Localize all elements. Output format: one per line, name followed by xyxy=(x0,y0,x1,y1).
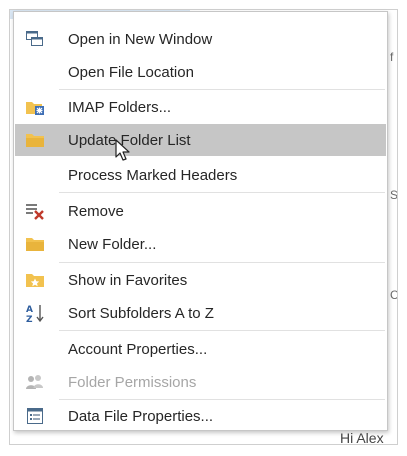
menu-item-imap-folders[interactable]: IMAP Folders... xyxy=(15,91,386,123)
folder-icon xyxy=(25,130,45,150)
menu-item-sort-subfolders[interactable]: A Z Sort Subfolders A to Z xyxy=(15,297,386,329)
menu-item-remove[interactable]: Remove xyxy=(15,195,386,227)
menu-item-label: Show in Favorites xyxy=(68,271,188,289)
menu-item-new-folder[interactable]: New Folder... xyxy=(15,228,386,260)
menu-item-update-folder-list[interactable]: Update Folder List xyxy=(15,124,386,156)
new-window-icon xyxy=(25,29,45,49)
menu-separator xyxy=(59,262,385,263)
svg-text:Z: Z xyxy=(26,315,33,323)
menu-item-label: Open in New Window xyxy=(68,30,213,48)
menu-item-label: Sort Subfolders A to Z xyxy=(68,304,214,322)
menu-separator xyxy=(59,89,385,90)
menu-item-label: IMAP Folders... xyxy=(68,98,172,116)
data-file-icon xyxy=(25,406,45,426)
background-text-fragment: C xyxy=(390,288,398,302)
background-text-fragment: S xyxy=(390,188,398,202)
menu-item-process-marked-headers[interactable]: Process Marked Headers xyxy=(15,159,386,191)
favorites-icon xyxy=(25,270,45,290)
menu-item-label: Remove xyxy=(68,202,124,220)
menu-separator xyxy=(59,192,385,193)
menu-item-folder-permissions: Folder Permissions xyxy=(15,366,386,398)
menu-separator xyxy=(59,330,385,331)
remove-icon xyxy=(25,201,45,221)
menu-item-label: Folder Permissions xyxy=(68,373,197,391)
menu-item-label: Open File Location xyxy=(68,63,194,81)
background-greeting: Hi Alex xyxy=(340,430,384,445)
permissions-icon xyxy=(25,372,45,392)
menu-item-show-in-favorites[interactable]: Show in Favorites xyxy=(15,264,386,296)
menu-item-label: New Folder... xyxy=(68,235,157,253)
menu-item-open-in-new-window[interactable]: Open in New Window xyxy=(15,23,386,55)
imap-folders-icon xyxy=(25,97,45,117)
context-menu: Open in New Window Open File Location IM… xyxy=(13,11,388,431)
svg-text:A: A xyxy=(26,305,33,315)
menu-item-label: Account Properties... xyxy=(68,340,208,358)
background-text-fragment: f xyxy=(390,50,394,64)
menu-item-account-properties[interactable]: Account Properties... xyxy=(15,333,386,365)
menu-item-data-file-properties[interactable]: Data File Properties... xyxy=(15,400,386,432)
menu-item-label: Process Marked Headers xyxy=(68,166,238,184)
mouse-cursor xyxy=(115,139,131,168)
sort-az-icon: A Z xyxy=(25,303,45,323)
menu-item-label: Data File Properties... xyxy=(68,407,214,425)
menu-item-open-file-location[interactable]: Open File Location xyxy=(15,56,386,88)
folder-icon xyxy=(25,234,45,254)
